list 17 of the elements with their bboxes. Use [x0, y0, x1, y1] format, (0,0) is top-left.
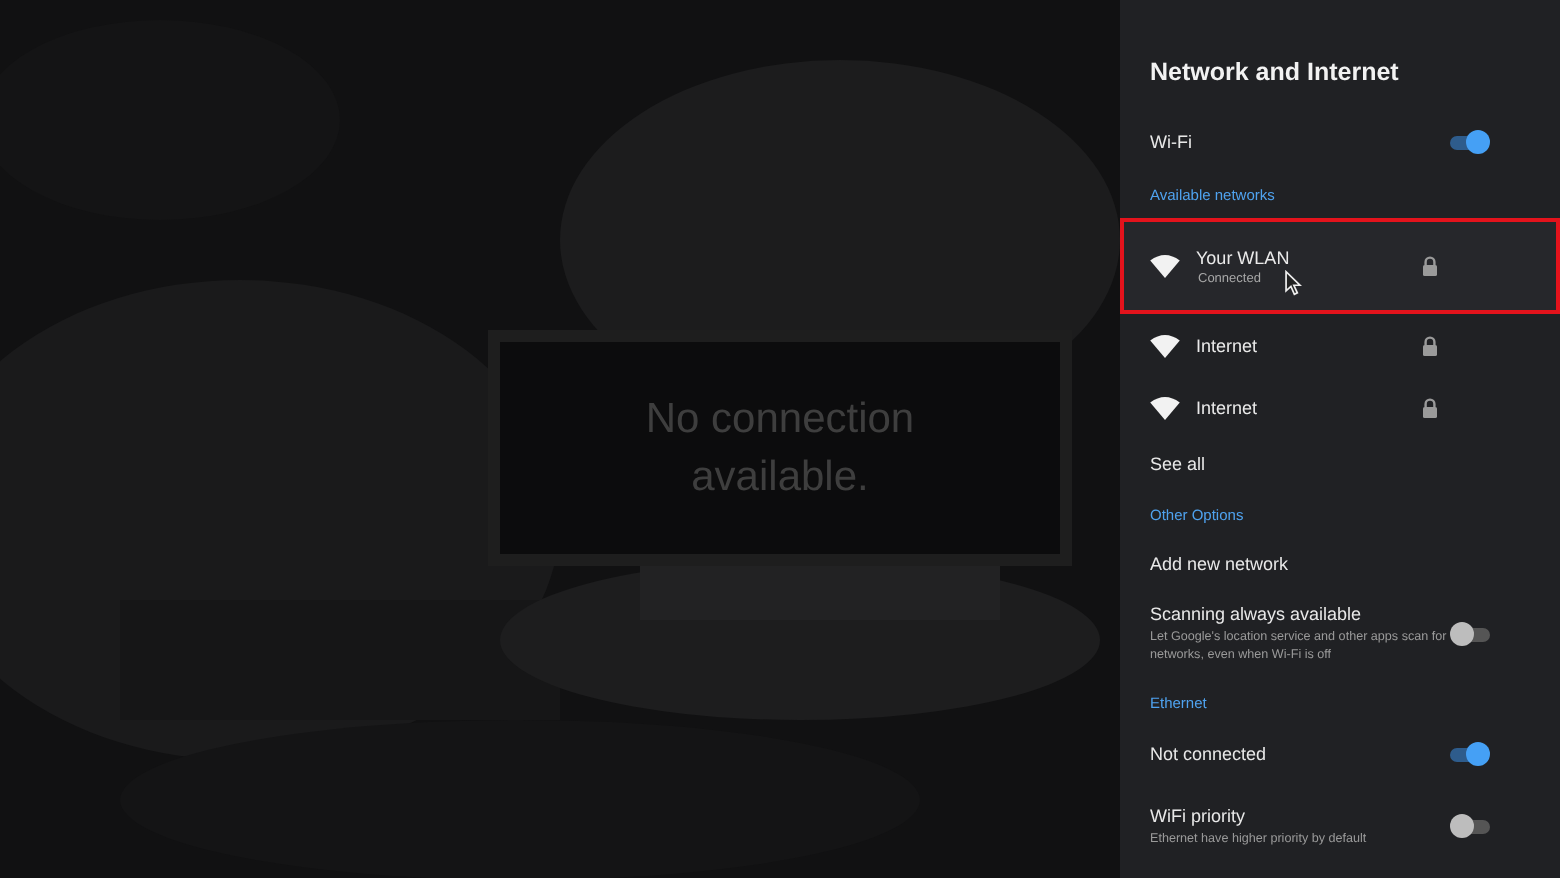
network-item[interactable]: Internet [1120, 314, 1560, 376]
toggle-switch[interactable] [1446, 130, 1490, 154]
setting-label: WiFi priority [1150, 805, 1247, 825]
setting-label: Not connected [1150, 744, 1269, 764]
menu-item[interactable]: See all [1120, 438, 1560, 490]
mouse-pointer-icon [1284, 270, 1302, 296]
network-item[interactable]: Internet [1120, 376, 1560, 438]
panel-title: Network and Internet [1148, 56, 1401, 90]
toggle-switch[interactable] [1450, 814, 1490, 838]
toggle-switch[interactable] [1446, 742, 1490, 766]
menu-item[interactable]: Add new network [1120, 538, 1560, 590]
toggle-switch[interactable] [1450, 622, 1490, 646]
wifi-icon [1150, 333, 1180, 357]
wifi-icon [1150, 395, 1180, 419]
wifi-icon [1150, 254, 1180, 278]
setting-label: Scanning always available [1150, 604, 1364, 624]
setting-label: Wi-Fi [1150, 132, 1194, 152]
